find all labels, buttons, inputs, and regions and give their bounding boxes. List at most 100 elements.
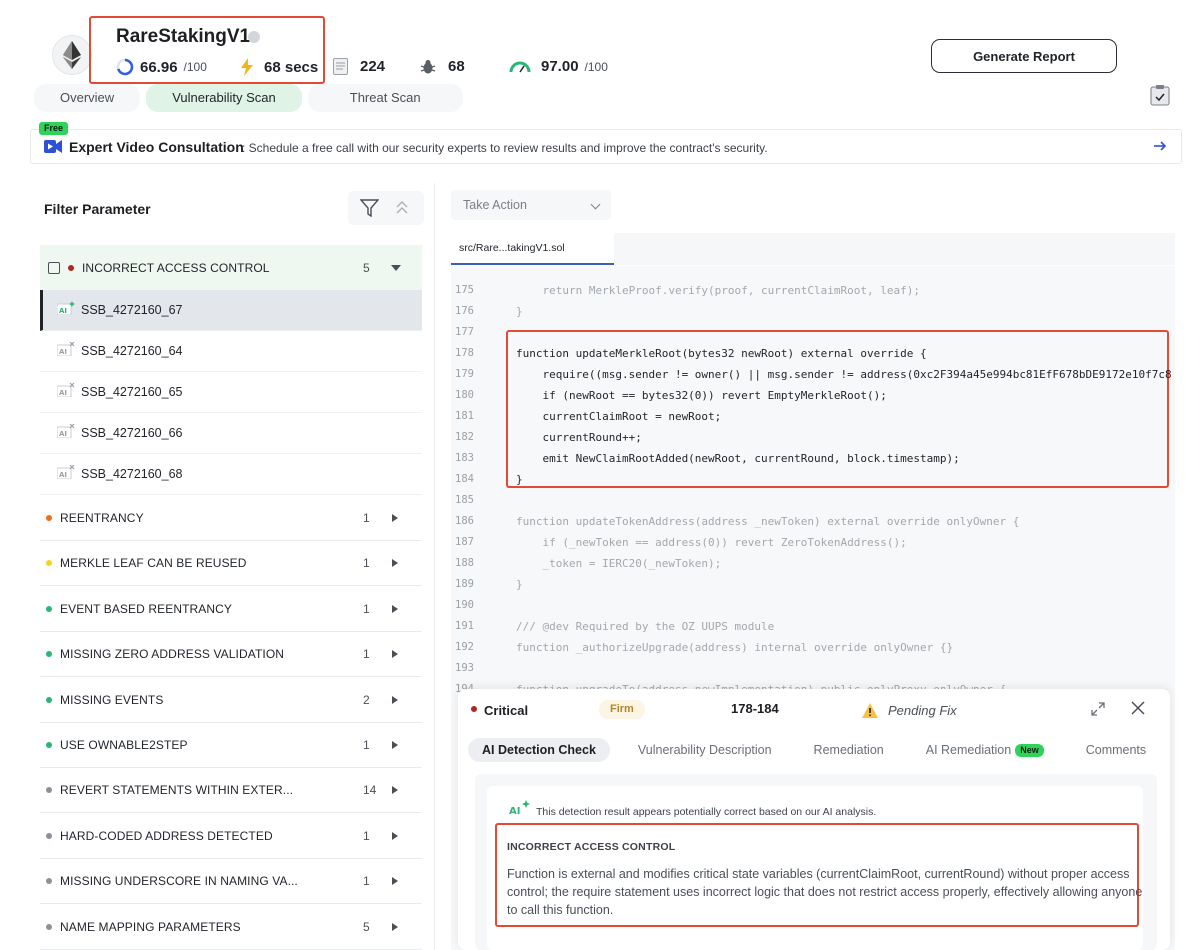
finding-item-ssb-65[interactable]: AI SSB_4272160_65 (40, 372, 422, 413)
security-score-stat: 97.00/100 (509, 58, 608, 75)
collapse-icon[interactable] (396, 201, 408, 215)
code-text: currentRound++; (516, 431, 642, 444)
line-number: 190 (455, 599, 474, 611)
line-number: 180 (455, 389, 474, 401)
info-icon[interactable] (248, 31, 260, 43)
category-name: MISSING EVENTS (60, 692, 164, 707)
ai-cross-icon: AI (56, 341, 75, 361)
category-row[interactable]: MISSING EVENTS 2 (40, 678, 422, 723)
close-icon[interactable] (1131, 701, 1145, 715)
code-text: } (516, 473, 523, 486)
scan-time-value: 68 secs (264, 58, 319, 76)
chevron-right-icon[interactable] (392, 514, 398, 522)
category-row[interactable]: REVERT STATEMENTS WITHIN EXTER... 14 (40, 768, 422, 814)
svg-text:AI: AI (59, 307, 67, 315)
clipboard-icon[interactable] (1150, 84, 1170, 106)
category-count: 5 (363, 261, 370, 275)
category-row[interactable]: MISSING ZERO ADDRESS VALIDATION 1 (40, 632, 422, 678)
chevron-right-icon[interactable] (392, 877, 398, 886)
category-name: USE OWNABLE2STEP (60, 738, 188, 752)
chevron-right-icon[interactable] (392, 650, 398, 659)
finding-item-ssb-68[interactable]: AI SSB_4272160_68 (40, 454, 422, 495)
category-row[interactable]: REENTRANCY 1 (40, 496, 422, 541)
arrow-right-icon[interactable] (1153, 139, 1167, 153)
category-row[interactable]: HARD-CODED ADDRESS DETECTED 1 (40, 814, 422, 859)
gauge-icon (509, 61, 531, 72)
code-line: 181 currentClaimRoot = newRoot; (451, 406, 1175, 427)
category-row[interactable]: USE OWNABLE2STEP 1 (40, 723, 422, 768)
chevron-right-icon[interactable] (392, 786, 398, 795)
code-text: emit NewClaimRootAdded(newRoot, currentR… (516, 452, 960, 465)
finding-id: SSB_4272160_68 (81, 467, 183, 481)
finding-item-ssb-67[interactable]: AI SSB_4272160_67 (40, 290, 422, 331)
code-line: 192 function _authorizeUpgrade(address) i… (451, 637, 1175, 658)
tab-ai-remediation[interactable]: AI Remediation New (912, 738, 1058, 762)
category-count: 1 (363, 511, 370, 525)
category-name: MISSING UNDERSCORE IN NAMING VA... (60, 874, 298, 889)
bug-icon (420, 59, 436, 73)
issues-stat: 68 (420, 58, 465, 75)
generate-report-button[interactable]: Generate Report (931, 39, 1117, 73)
lines-value: 224 (360, 58, 386, 75)
finding-item-ssb-66[interactable]: AI SSB_4272160_66 (40, 413, 422, 454)
category-name: INCORRECT ACCESS CONTROL (82, 261, 270, 275)
category-row[interactable]: NAME MAPPING PARAMETERS 5 (40, 905, 422, 950)
severity-dot (46, 605, 52, 612)
line-number: 186 (455, 515, 474, 527)
ai-sparkle-icon: AI (509, 800, 530, 816)
ai-cross-icon: AI (56, 382, 75, 402)
tab-comments[interactable]: Comments (1072, 738, 1160, 762)
ai-sparkle-icon: AI (56, 300, 75, 320)
code-line: 176} (451, 301, 1175, 322)
tab-vulnerability-scan[interactable]: Vulnerability Scan (146, 84, 302, 112)
contract-header: RareStakingV1 66.96/100 68 secs 224 68 9… (0, 0, 1200, 88)
chevron-right-icon[interactable] (392, 922, 398, 931)
category-count: 14 (363, 783, 377, 798)
filter-panel-title: Filter Parameter (44, 201, 151, 217)
tab-remediation[interactable]: Remediation (800, 738, 898, 762)
category-row[interactable]: EVENT BASED REENTRANCY 1 (40, 587, 422, 632)
finding-item-ssb-64[interactable]: AI SSB_4272160_64 (40, 331, 422, 372)
tab-vulnerability-description[interactable]: Vulnerability Description (624, 738, 786, 762)
take-action-dropdown[interactable]: Take Action (451, 190, 611, 220)
line-number: 193 (455, 662, 474, 674)
chevron-down-icon (590, 199, 601, 210)
category-name: EVENT BASED REENTRANCY (60, 601, 233, 616)
category-row[interactable]: MERKLE LEAF CAN BE REUSED 1 (40, 541, 422, 587)
tab-threat-scan[interactable]: Threat Scan (307, 84, 463, 112)
tab-ai-detection-check[interactable]: AI Detection Check (468, 738, 610, 762)
consultation-banner[interactable]: Expert Video Consultation : Schedule a f… (30, 129, 1182, 164)
main-tabs: Overview Vulnerability Scan Threat Scan (34, 84, 463, 112)
severity-dot (46, 832, 52, 839)
severity-dot (46, 787, 52, 794)
chevron-down-icon[interactable] (391, 265, 401, 271)
expand-icon[interactable] (1091, 702, 1105, 716)
category-count: 1 (363, 556, 370, 571)
line-number: 181 (455, 410, 474, 422)
file-tab[interactable]: src/Rare...takingV1.sol (451, 233, 614, 265)
chevron-right-icon[interactable] (392, 831, 398, 840)
category-name: MISSING ZERO ADDRESS VALIDATION (60, 647, 285, 662)
category-incorrect-access-control[interactable]: INCORRECT ACCESS CONTROL 5 (40, 245, 422, 291)
chevron-right-icon[interactable] (392, 741, 398, 749)
document-icon (333, 58, 348, 75)
line-number: 189 (455, 578, 474, 590)
category-checkbox[interactable] (48, 262, 60, 274)
code-text: require((msg.sender != owner() || msg.se… (516, 368, 1172, 381)
line-number: 187 (455, 536, 474, 548)
line-number: 185 (455, 494, 474, 506)
filter-controls (348, 191, 424, 225)
finding-tabs: AI Detection Check Vulnerability Descrip… (468, 738, 1170, 762)
category-name: REENTRANCY (60, 511, 144, 525)
category-row[interactable]: MISSING UNDERSCORE IN NAMING VA... 1 (40, 859, 422, 905)
file-tab-bar: src/Rare...takingV1.sol (451, 233, 1175, 265)
tab-overview[interactable]: Overview (34, 84, 141, 112)
category-count: 1 (363, 874, 370, 889)
chevron-right-icon[interactable] (392, 695, 398, 704)
chevron-right-icon[interactable] (392, 559, 398, 568)
filter-icon[interactable] (360, 199, 379, 217)
chevron-right-icon[interactable] (392, 604, 398, 613)
free-badge: Free (39, 122, 69, 135)
code-line: 184} (451, 469, 1175, 490)
svg-text:AI: AI (59, 348, 67, 356)
